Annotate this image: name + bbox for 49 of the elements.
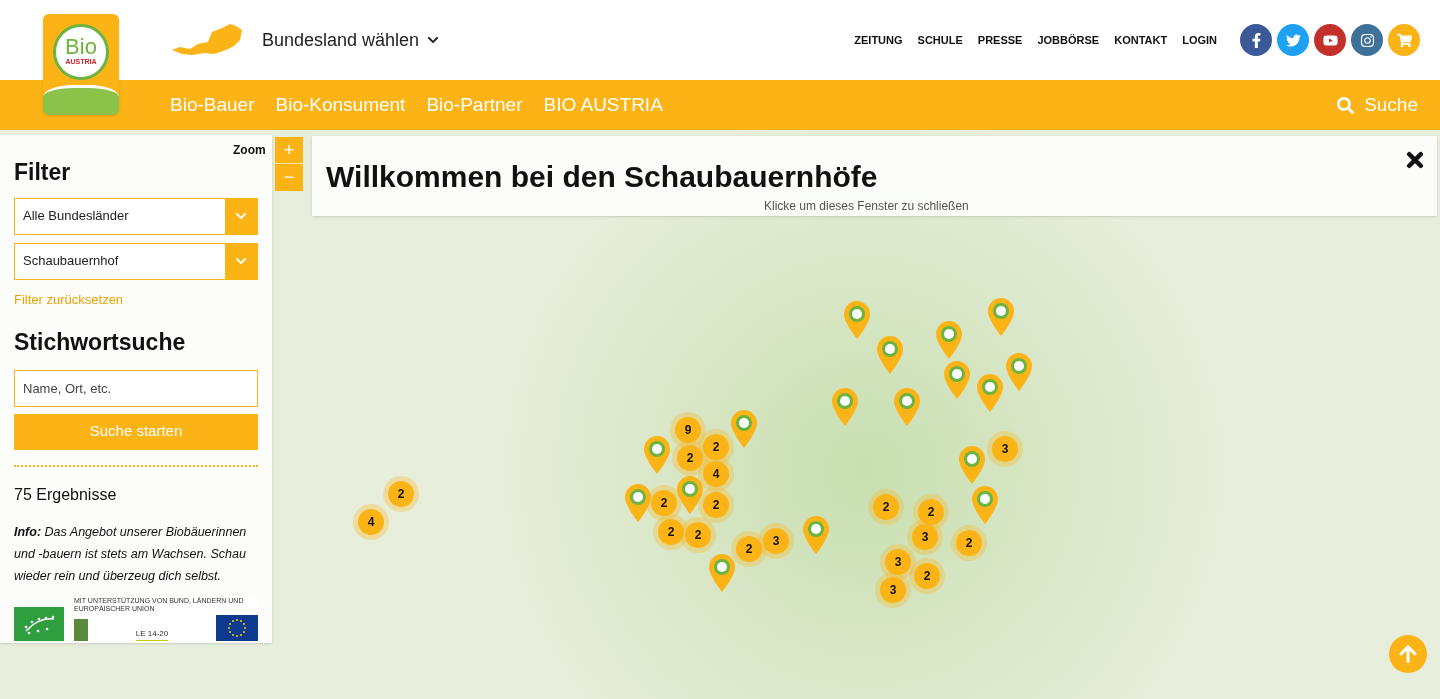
map-pin-icon[interactable] [944, 361, 970, 399]
map-pin-icon[interactable] [677, 476, 703, 514]
top-link[interactable]: KONTAKT [1114, 31, 1168, 49]
zoom-label: Zoom [233, 142, 266, 159]
arrow-up-icon [1398, 644, 1418, 664]
funding-logo-text: LE 14-20 [135, 627, 169, 641]
top-link[interactable]: ZEITUNG [854, 31, 903, 49]
top-link[interactable]: PRESSE [977, 31, 1023, 49]
map-pin-icon[interactable] [894, 388, 920, 426]
region-select[interactable]: Bundesland wählen [262, 26, 440, 54]
top-link[interactable]: JOBBÖRSE [1037, 31, 1100, 49]
map-pin-icon[interactable] [844, 301, 870, 339]
filter-title: Filter [14, 158, 72, 187]
results-count: 75 Ergebnisse [14, 484, 118, 505]
top-link[interactable]: LOGIN [1182, 31, 1217, 49]
map-pin-icon[interactable] [1006, 353, 1032, 391]
map-pin-icon[interactable] [803, 516, 829, 554]
logo-text: Bio [65, 36, 97, 57]
search-icon [1337, 96, 1355, 114]
map-pin-icon[interactable] [625, 484, 651, 522]
cart-icon[interactable] [1388, 24, 1420, 56]
map-pin-icon[interactable] [832, 388, 858, 426]
keyword-title: Stichwortsuche [14, 328, 187, 357]
map-pin-icon[interactable] [731, 410, 757, 448]
ministry-logo-image [74, 618, 88, 641]
top-link[interactable]: SCHULE [917, 31, 963, 49]
select-field[interactable]: Schaubauernhof [14, 242, 258, 280]
map-pin-icon[interactable] [644, 436, 670, 474]
map-pin-icon[interactable] [709, 554, 735, 592]
chevron-down-icon [235, 210, 247, 222]
instagram-icon[interactable] [1351, 24, 1383, 56]
keyword-field[interactable]: Name, Ort, etc. [14, 369, 258, 407]
map-pin-icon[interactable] [936, 321, 962, 359]
map-pin-icon[interactable] [959, 446, 985, 484]
map-pin-icon[interactable] [972, 486, 998, 524]
welcome-title: Willkommen bei den Schaubauernhöfe [326, 159, 878, 195]
map-pin-icon[interactable] [988, 298, 1014, 336]
map-pin-icon[interactable] [977, 374, 1003, 412]
youtube-icon[interactable] [1314, 24, 1346, 56]
welcome-hint: Klicke um dieses Fenster zu schließen [764, 198, 969, 215]
info-text: Info: Das Angebot unserer Biobäuerinnen und -bauern ist stets am Wachsen. Schau wieder rein und überzeug dich selbst. [14, 523, 248, 585]
map-pin-icon[interactable] [877, 336, 903, 374]
eu-flag-icon [216, 614, 258, 641]
twitter-icon[interactable] [1277, 24, 1309, 56]
select-field[interactable]: Alle Bundesländer [14, 197, 258, 235]
chevron-down-icon [235, 255, 247, 267]
facebook-icon[interactable] [1240, 24, 1272, 56]
chevron-down-icon [427, 34, 440, 46]
welcome-banner[interactable]: Willkommen bei den Schaubauernhöfe Klicke um dieses Fenster zu schließen [312, 136, 1437, 216]
